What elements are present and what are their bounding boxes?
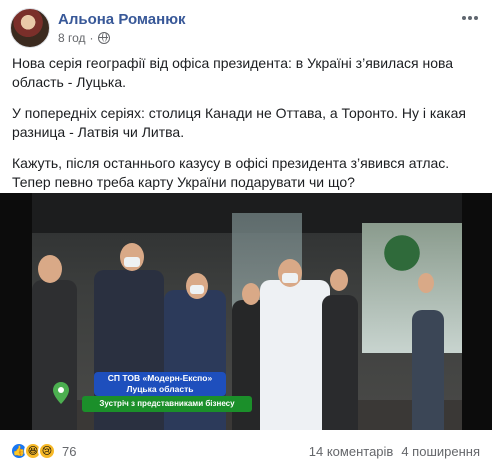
post-paragraph: Кажуть, після останнього казусу в офісі … — [12, 155, 450, 190]
more-options-icon — [462, 16, 466, 20]
reactions-summary[interactable]: 👍 😆 😢 76 — [10, 442, 76, 460]
more-options-button[interactable] — [458, 6, 482, 30]
person-figure — [322, 295, 358, 430]
video-caption-banner: Зустріч з представниками бізнесу — [82, 396, 252, 412]
post-meta: 8 год · — [58, 31, 110, 45]
person-figure — [260, 280, 330, 430]
post-text: Нова серія географії від офіса президент… — [12, 54, 482, 204]
person-figure — [412, 310, 444, 430]
meta-separator: · — [89, 31, 94, 45]
post-video[interactable] — [0, 193, 492, 430]
sad-icon: 😢 — [38, 442, 56, 460]
author-name[interactable]: Альона Романюк — [58, 11, 186, 28]
caption-line-2: Луцька область — [126, 384, 194, 394]
video-caption-company: СП ТОВ «Модерн-Експо» Луцька область — [94, 372, 226, 396]
engagement-counts: 14 коментарів 4 поширення — [309, 444, 480, 459]
person-figure — [32, 280, 77, 430]
globe-icon[interactable] — [97, 32, 110, 44]
facebook-post: Альона Романюк 8 год · Нова серія геогра… — [0, 0, 492, 465]
shares-link[interactable]: 4 поширення — [401, 444, 480, 459]
comments-link[interactable]: 14 коментарів — [309, 444, 394, 459]
post-paragraph: У попередніх серіях: столиця Канади не О… — [12, 105, 466, 140]
post-paragraph: Нова серія географії від офіса президент… — [12, 55, 454, 90]
author-avatar[interactable] — [10, 8, 50, 48]
reaction-count: 76 — [62, 443, 77, 459]
caption-line-1: СП ТОВ «Модерн-Експо» — [107, 373, 213, 383]
post-time[interactable]: 8 год — [58, 31, 86, 45]
location-pin-icon — [53, 382, 69, 404]
